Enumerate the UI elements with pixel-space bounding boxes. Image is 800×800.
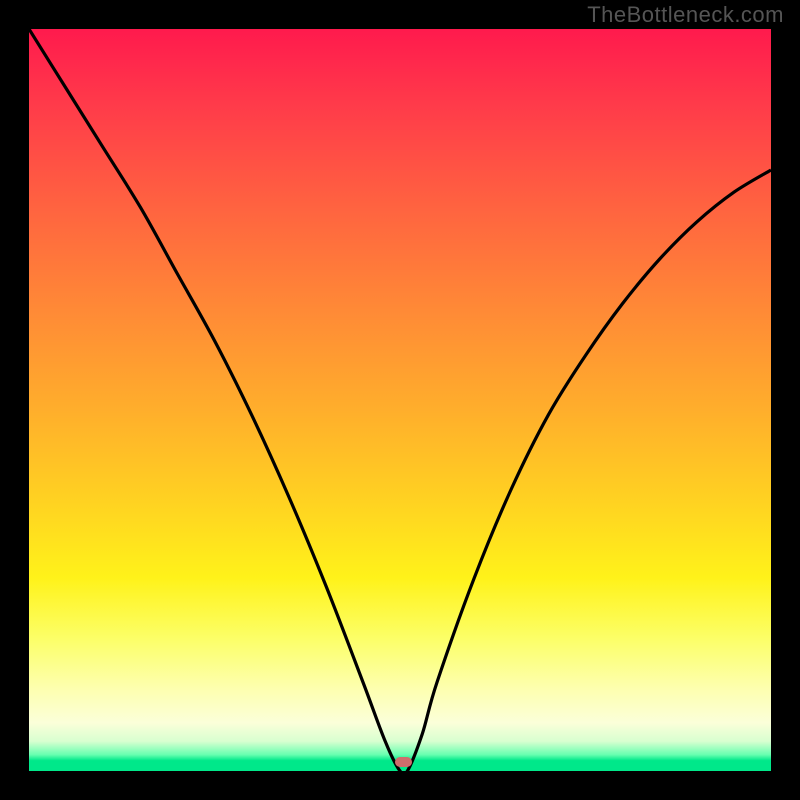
chart-frame: TheBottleneck.com xyxy=(0,0,800,800)
watermark-text: TheBottleneck.com xyxy=(587,2,784,28)
curve-path xyxy=(29,29,771,771)
bottleneck-curve xyxy=(29,29,771,771)
plot-area xyxy=(29,29,771,771)
minimum-marker xyxy=(395,757,412,767)
